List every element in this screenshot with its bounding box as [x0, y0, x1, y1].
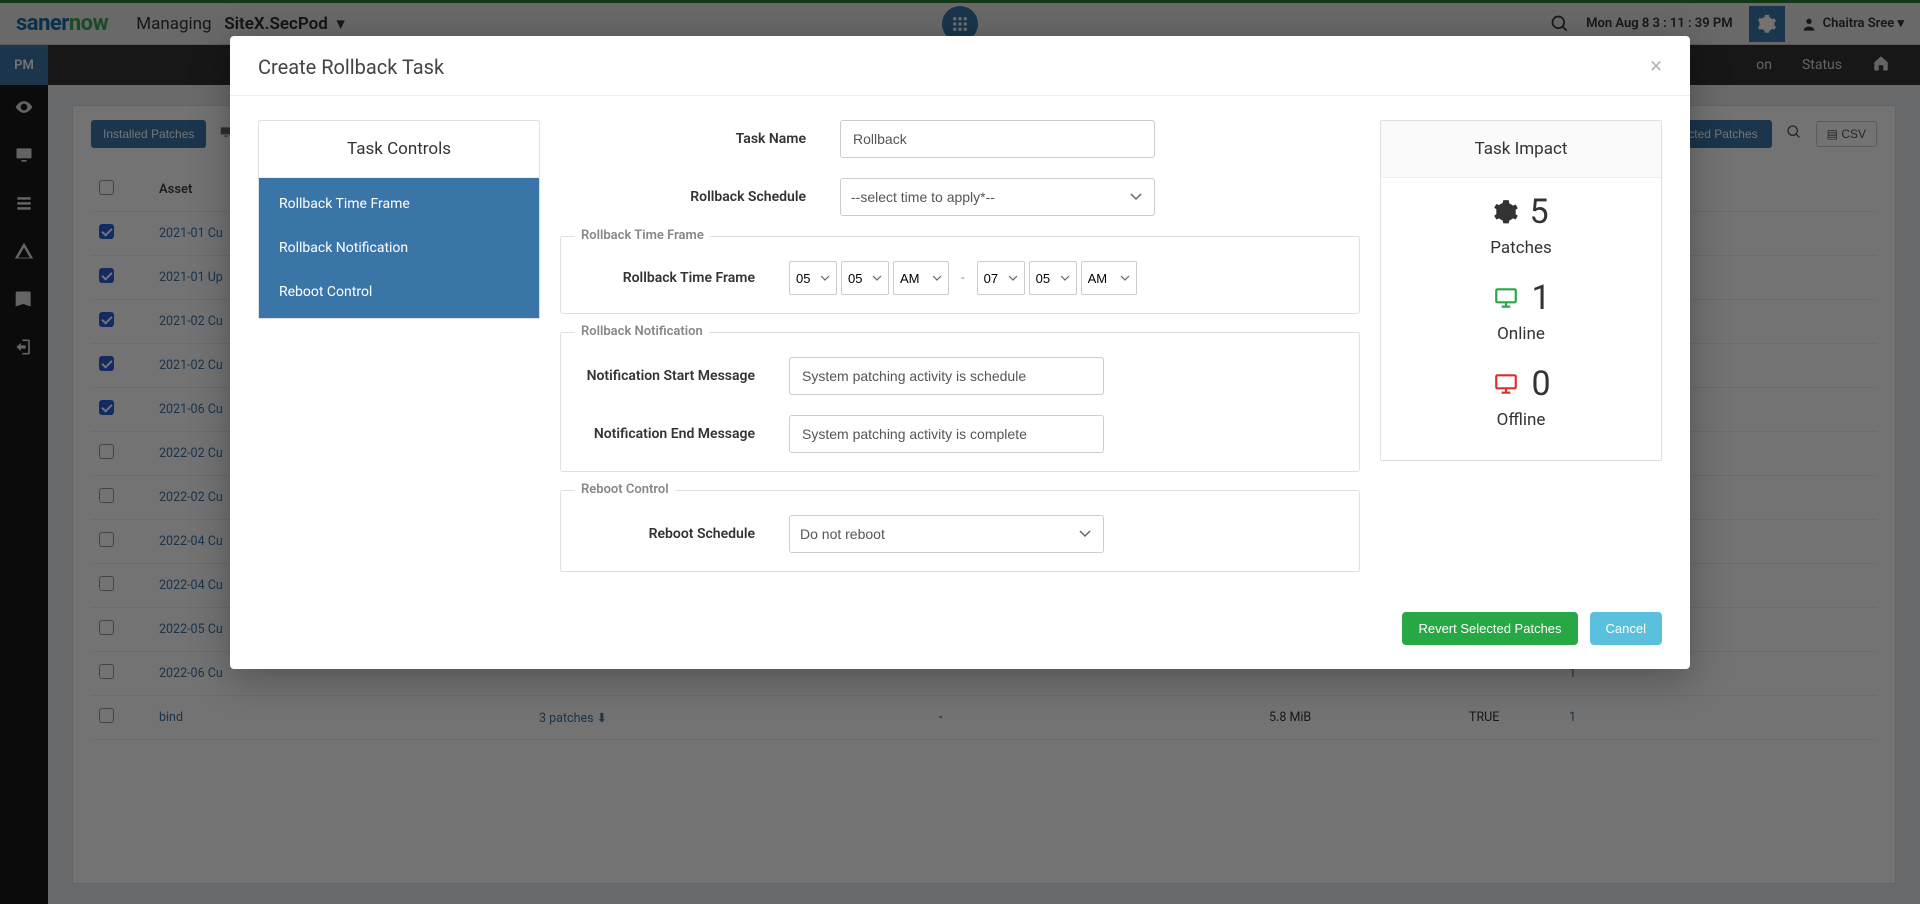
- timeframe-label: Rollback Time Frame: [579, 270, 789, 286]
- modal-footer: Revert Selected Patches Cancel: [230, 608, 1690, 669]
- notify-start-label: Notification Start Message: [579, 368, 789, 384]
- tf-to-ap[interactable]: AM: [1081, 261, 1137, 295]
- fieldset-reboot-legend: Reboot Control: [575, 482, 675, 497]
- tc-item-reboot[interactable]: Reboot Control: [259, 270, 539, 314]
- impact-offline-num: 0: [1531, 364, 1550, 404]
- tf-from-mm[interactable]: 05: [841, 261, 889, 295]
- monitor-offline-icon: [1491, 371, 1521, 397]
- notify-end-label: Notification End Message: [579, 426, 789, 442]
- tf-from-ap[interactable]: AM: [893, 261, 949, 295]
- modal-header: Create Rollback Task ×: [230, 36, 1690, 96]
- impact-patches-row: 5: [1391, 192, 1651, 232]
- rollback-schedule-select[interactable]: --select time to apply*--: [840, 178, 1155, 216]
- fieldset-timeframe-legend: Rollback Time Frame: [575, 228, 710, 243]
- monitor-online-icon: [1491, 285, 1521, 311]
- gear-icon: [1493, 199, 1519, 225]
- timeframe-separator: -: [961, 271, 965, 286]
- cancel-button[interactable]: Cancel: [1590, 612, 1662, 645]
- impact-patches-num: 5: [1529, 192, 1548, 232]
- revert-selected-button[interactable]: Revert Selected Patches: [1402, 612, 1577, 645]
- reboot-schedule-select[interactable]: Do not reboot: [789, 515, 1104, 553]
- task-controls-head: Task Controls: [259, 121, 539, 178]
- impact-online-num: 1: [1531, 278, 1550, 318]
- notify-start-input[interactable]: [789, 357, 1104, 395]
- rollback-schedule-label: Rollback Schedule: [560, 189, 840, 205]
- tc-item-notification[interactable]: Rollback Notification: [259, 226, 539, 270]
- tf-from-hh[interactable]: 05: [789, 261, 837, 295]
- impact-offline-row: 0: [1391, 364, 1651, 404]
- task-name-label: Task Name: [560, 131, 840, 147]
- create-rollback-modal: Create Rollback Task × Task Controls Rol…: [230, 36, 1690, 669]
- modal-body: Task Controls Rollback Time Frame Rollba…: [230, 96, 1690, 608]
- tc-item-timeframe[interactable]: Rollback Time Frame: [259, 182, 539, 226]
- fieldset-notify-legend: Rollback Notification: [575, 324, 709, 339]
- reboot-label: Reboot Schedule: [579, 526, 789, 542]
- form-area: Task Name Rollback Schedule --select tim…: [560, 120, 1360, 590]
- fieldset-reboot: Reboot Control Reboot Schedule Do not re…: [560, 490, 1360, 572]
- fieldset-timeframe: Rollback Time Frame Rollback Time Frame …: [560, 236, 1360, 314]
- task-impact-panel: Task Impact 5 Patches 1 Online 0: [1380, 120, 1662, 461]
- tf-to-mm[interactable]: 05: [1029, 261, 1077, 295]
- impact-online-label: Online: [1391, 324, 1651, 344]
- fieldset-notification: Rollback Notification Notification Start…: [560, 332, 1360, 472]
- task-impact-head: Task Impact: [1381, 121, 1661, 178]
- impact-offline-label: Offline: [1391, 410, 1651, 430]
- task-controls-panel: Task Controls Rollback Time Frame Rollba…: [258, 120, 540, 319]
- task-name-input[interactable]: [840, 120, 1155, 158]
- modal-title: Create Rollback Task: [258, 55, 444, 79]
- task-impact-body: 5 Patches 1 Online 0 Offline: [1381, 178, 1661, 460]
- close-icon[interactable]: ×: [1650, 54, 1662, 79]
- task-controls-list: Rollback Time Frame Rollback Notificatio…: [259, 178, 539, 318]
- modal-overlay: Create Rollback Task × Task Controls Rol…: [0, 0, 1920, 904]
- tf-to-hh[interactable]: 07: [977, 261, 1025, 295]
- notify-end-input[interactable]: [789, 415, 1104, 453]
- impact-patches-label: Patches: [1391, 238, 1651, 258]
- impact-online-row: 1: [1391, 278, 1651, 318]
